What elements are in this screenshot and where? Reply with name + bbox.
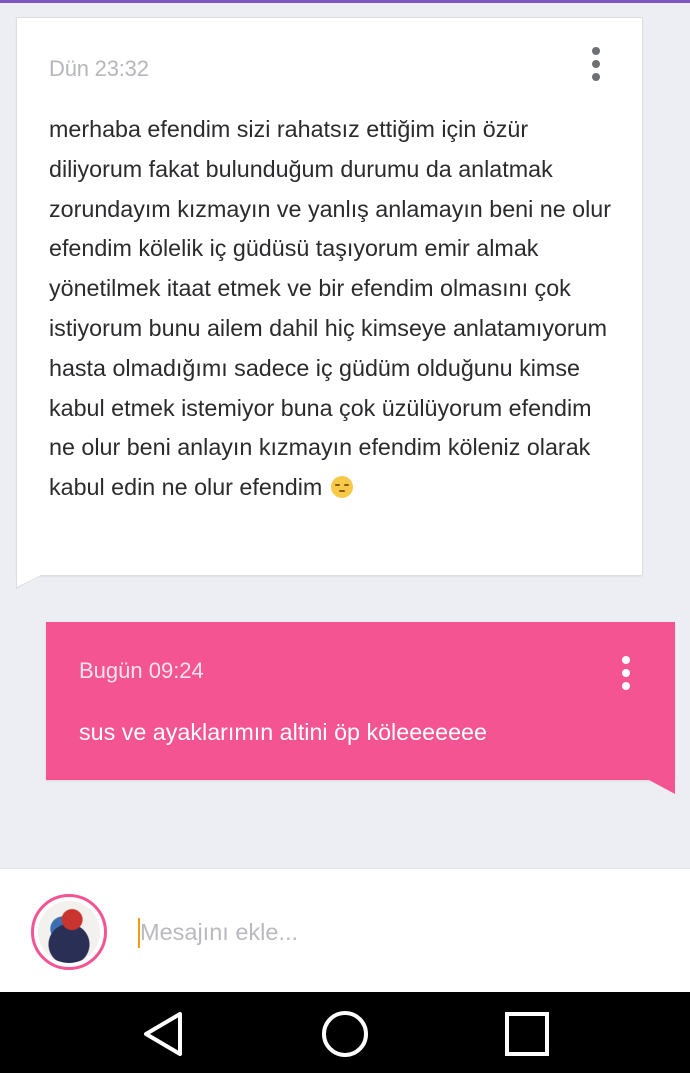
outgoing-message-text: sus ve ayaklarımın altini öp köleeeeeee (79, 719, 487, 745)
more-icon[interactable] (621, 656, 631, 690)
home-circle-icon[interactable] (317, 1006, 373, 1062)
incoming-message-body: merhaba efendim sizi rahatsız ettiğim iç… (49, 116, 611, 501)
incoming-message-text: merhaba efendim sizi rahatsız ettiğim iç… (49, 110, 619, 508)
recents-square-icon[interactable] (499, 1006, 555, 1062)
outgoing-bubble-tail (649, 780, 675, 794)
message-composer (0, 868, 690, 992)
message-input[interactable] (140, 915, 640, 949)
back-triangle-icon[interactable] (136, 1006, 192, 1062)
top-app-bar-edge (0, 0, 690, 3)
unamused-face-emoji-icon (330, 476, 353, 499)
system-navigation-bar (0, 992, 690, 1073)
outgoing-message-bubble: Bugün 09:24 sus ve ayaklarımın altini öp… (46, 622, 675, 794)
avatar[interactable] (31, 894, 107, 970)
avatar-image (38, 901, 100, 963)
more-icon[interactable] (591, 47, 601, 81)
outgoing-message-time: Bugün 09:24 (79, 658, 204, 683)
incoming-message-bubble: Dün 23:32 merhaba efendim sizi rahatsız … (16, 17, 643, 589)
incoming-message-time: Dün 23:32 (49, 56, 149, 81)
incoming-bubble-tail (17, 575, 41, 587)
